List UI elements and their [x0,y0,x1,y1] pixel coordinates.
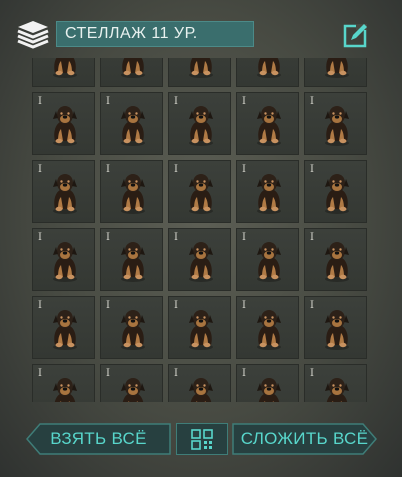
item-quantity: I [310,164,314,175]
item-quantity: I [106,368,110,379]
puppy-icon [48,375,82,402]
store-all-label: СЛОЖИТЬ ВСЁ [240,429,369,448]
puppy-icon [116,103,150,147]
store-all-button[interactable]: СЛОЖИТЬ ВСЁ [232,423,377,455]
item-quantity: I [242,300,246,311]
storage-rack-icon [16,19,50,49]
puppy-icon [252,103,286,147]
puppy-icon [320,103,354,147]
item-quantity: I [106,300,110,311]
puppy-icon [48,58,82,79]
puppy-icon [252,171,286,215]
puppy-icon [320,239,354,283]
inventory-slot[interactable] [32,58,95,87]
item-quantity: I [310,368,314,379]
puppy-icon [48,171,82,215]
puppy-icon [320,375,354,402]
item-quantity: I [174,300,178,311]
inventory-grid[interactable]: I I I I I I I I I I I I I I I I I I I I … [32,58,370,402]
puppy-icon [184,239,218,283]
puppy-icon [252,239,286,283]
inventory-slot[interactable]: I [236,160,299,223]
inventory-slot[interactable]: I [100,228,163,291]
item-quantity: I [174,96,178,107]
inventory-slot[interactable]: I [236,228,299,291]
item-quantity: I [106,164,110,175]
inventory-slot[interactable]: I [168,228,231,291]
puppy-icon [48,103,82,147]
item-quantity: I [310,96,314,107]
inventory-slot[interactable]: I [168,364,231,402]
item-quantity: I [106,96,110,107]
inventory-slot[interactable]: I [32,92,95,155]
inventory-slot[interactable]: I [168,160,231,223]
item-quantity: I [38,96,42,107]
puppy-icon [252,58,286,79]
puppy-icon [184,171,218,215]
puppy-icon [116,307,150,351]
inventory-slot[interactable] [236,58,299,87]
puppy-icon [320,171,354,215]
inventory-slot[interactable]: I [236,364,299,402]
puppy-icon [116,375,150,402]
item-quantity: I [242,368,246,379]
item-quantity: I [174,232,178,243]
inventory-slot[interactable]: I [32,160,95,223]
inventory-slot[interactable]: I [304,160,367,223]
puppy-icon [320,307,354,351]
inventory-slot[interactable]: I [168,296,231,359]
puppy-icon [252,307,286,351]
item-quantity: I [106,232,110,243]
item-quantity: I [38,368,42,379]
take-all-label: ВЗЯТЬ ВСЁ [50,429,147,448]
item-quantity: I [38,300,42,311]
puppy-icon [116,239,150,283]
puppy-icon [252,375,286,402]
item-quantity: I [174,368,178,379]
puppy-icon [184,307,218,351]
item-quantity: I [242,96,246,107]
inventory-slot[interactable]: I [100,364,163,402]
item-quantity: I [38,164,42,175]
inventory-slot[interactable]: I [304,296,367,359]
inventory-slot[interactable]: I [168,92,231,155]
item-quantity: I [242,232,246,243]
rename-button[interactable] [343,22,369,48]
puppy-icon [116,58,150,79]
inventory-slot[interactable]: I [32,296,95,359]
grid-sort-icon [191,429,213,450]
puppy-icon [116,171,150,215]
puppy-icon [184,375,218,402]
inventory-slot[interactable]: I [100,160,163,223]
inventory-slot[interactable]: I [236,296,299,359]
inventory-slot[interactable]: I [304,228,367,291]
inventory-slot[interactable] [304,58,367,87]
puppy-icon [48,239,82,283]
puppy-icon [184,58,218,79]
item-quantity: I [310,232,314,243]
inventory-slot[interactable]: I [100,296,163,359]
puppy-icon [184,103,218,147]
puppy-icon [320,58,354,79]
inventory-slot[interactable]: I [304,364,367,402]
take-all-button[interactable]: ВЗЯТЬ ВСЁ [26,423,171,455]
inventory-slot[interactable]: I [32,364,95,402]
item-quantity: I [174,164,178,175]
item-quantity: I [242,164,246,175]
inventory-slot[interactable] [168,58,231,87]
edit-icon [343,24,367,48]
sort-button[interactable] [176,423,228,455]
inventory-slot[interactable] [100,58,163,87]
item-quantity: I [38,232,42,243]
inventory-slot[interactable]: I [32,228,95,291]
puppy-icon [48,307,82,351]
inventory-slot[interactable]: I [304,92,367,155]
item-quantity: I [310,300,314,311]
inventory-slot[interactable]: I [100,92,163,155]
storage-title: СТЕЛЛАЖ 11 УР. [56,21,254,47]
inventory-slot[interactable]: I [236,92,299,155]
